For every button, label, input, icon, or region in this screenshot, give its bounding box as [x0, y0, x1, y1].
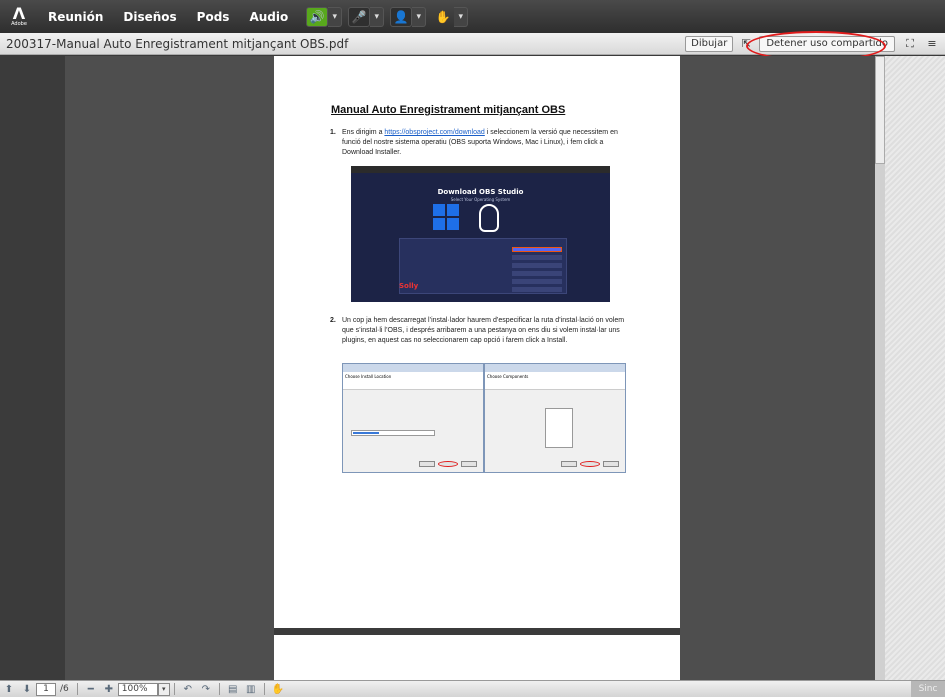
hand-tool-icon[interactable]: ✋	[269, 684, 287, 695]
cancel-button	[603, 461, 619, 467]
download-option	[512, 287, 562, 292]
step-2-text: Un cop ja hem descarregat l’instal·lador…	[342, 317, 625, 344]
menu-pods[interactable]: Pods	[187, 10, 240, 24]
separator	[218, 683, 220, 695]
webcam-menu-caret[interactable]: ▾	[412, 6, 427, 27]
zoom-dropdown-icon[interactable]: ▾	[157, 682, 170, 696]
microphone-icon[interactable]: 🎤	[348, 6, 371, 27]
single-page-icon[interactable]: ▤	[224, 684, 242, 695]
stop-sharing-button[interactable]: Detener uso compartido	[746, 30, 895, 61]
download-installer-option	[512, 247, 562, 252]
install-path-field	[351, 430, 435, 436]
rotate-right-icon[interactable]: ↷	[197, 684, 215, 695]
adobe-logo-text: Adobe	[11, 20, 27, 27]
document-title: 200317-Manual Auto Enregistrament mitjan…	[6, 36, 349, 51]
microphone-menu-caret[interactable]: ▾	[370, 6, 385, 27]
step-1-text-a: Ens dirigim a	[342, 129, 385, 136]
download-option	[512, 271, 562, 276]
left-margin	[65, 56, 274, 680]
download-option	[512, 255, 562, 260]
sponsor-logo: Solly	[399, 282, 419, 290]
vertical-scrollbar[interactable]	[875, 56, 885, 680]
obs-download-link[interactable]: https://obsproject.com/download	[384, 129, 484, 136]
back-button	[561, 461, 577, 467]
right-margin	[680, 56, 885, 680]
top-menu-bar: Λ Adobe Reunión Diseños Pods Audio 🔊 ▾ 🎤…	[0, 0, 945, 33]
pdf-page-1: Manual Auto Enregistrament mitjançant OB…	[274, 56, 680, 628]
previous-page-icon[interactable]: ⬆	[0, 684, 18, 695]
speaker-menu-caret[interactable]: ▾	[328, 6, 343, 27]
rotate-left-icon[interactable]: ↶	[179, 684, 197, 695]
install-button	[580, 461, 600, 467]
download-option	[512, 279, 562, 284]
continuous-page-icon[interactable]: ▥	[242, 684, 260, 695]
zoom-input[interactable]: 100%	[117, 682, 158, 696]
pdf-page-2	[274, 635, 680, 680]
step-1-number: 1.	[330, 129, 336, 136]
adobe-logo-icon: Λ	[12, 3, 26, 23]
fullscreen-icon[interactable]: ⛶	[901, 36, 919, 52]
menu-reunion[interactable]: Reunión	[38, 10, 113, 24]
separator	[76, 683, 78, 695]
separator	[173, 683, 175, 695]
draw-button[interactable]: Dibujar	[685, 35, 734, 52]
installer-location-dialog: Choose Install Location	[342, 363, 484, 473]
separator	[263, 683, 265, 695]
installer-components-dialog: Choose Components	[484, 363, 626, 473]
obs-download-screenshot: Download OBS Studio Select Your Operatin…	[351, 166, 610, 302]
dialog-buttons	[419, 461, 477, 467]
download-panel	[399, 238, 567, 294]
webcam-icon[interactable]: 👤	[390, 6, 413, 27]
back-button	[419, 461, 435, 467]
windows-icon	[433, 204, 459, 230]
cancel-button	[461, 461, 477, 467]
pod-options-icon[interactable]: ≡	[923, 36, 941, 52]
pod-title-bar: 200317-Manual Auto Enregistrament mitjan…	[0, 30, 945, 61]
dialog-title: Choose Components	[485, 372, 625, 390]
zoom-out-icon[interactable]: ━	[82, 684, 100, 695]
step-2-number: 2.	[330, 317, 336, 324]
components-list	[545, 408, 573, 448]
document-viewer: Manual Auto Enregistrament mitjançant OB…	[0, 56, 945, 680]
step-1: 1. Ens dirigim a https://obsproject.com/…	[330, 128, 632, 158]
zoom-in-icon[interactable]: ✚	[100, 684, 118, 695]
next-page-icon[interactable]: ⬇	[18, 684, 36, 695]
menu-disenos[interactable]: Diseños	[113, 10, 186, 24]
document-toolbar: ⬆ ⬇ 1 /6 ━ ✚ 100% ▾ ↶ ↷ ▤ ▥ ✋ Sinc	[0, 680, 945, 697]
browser-bar	[351, 166, 610, 173]
os-icons	[433, 204, 499, 232]
sync-button[interactable]: Sinc	[911, 681, 945, 697]
scrollbar-thumb[interactable]	[875, 56, 885, 164]
raise-hand-icon[interactable]: ✋	[432, 7, 454, 27]
menu-audio[interactable]: Audio	[239, 10, 298, 24]
status-menu-caret[interactable]: ▾	[454, 6, 469, 27]
page-number-input[interactable]: 1	[36, 682, 56, 696]
obs-title: Download OBS Studio	[437, 188, 524, 196]
page-total: /6	[60, 684, 69, 694]
linux-icon	[479, 204, 499, 232]
adobe-logo: Λ Adobe	[0, 0, 38, 33]
obs-installer-screenshots: Choose Install Location Choose Component…	[342, 363, 626, 473]
speaker-icon[interactable]: 🔊	[306, 6, 329, 27]
dialog-header	[485, 364, 625, 372]
step-2: 2. Un cop ja hem descarregat l’instal·la…	[330, 316, 632, 346]
obs-subtitle: Select Your Operating System	[450, 197, 511, 202]
download-option	[512, 263, 562, 268]
next-button	[438, 461, 458, 467]
document-heading: Manual Auto Enregistrament mitjançant OB…	[331, 104, 566, 116]
side-panel	[885, 56, 945, 680]
dialog-title: Choose Install Location	[343, 372, 483, 390]
dialog-buttons	[561, 461, 619, 467]
dialog-header	[343, 364, 483, 372]
